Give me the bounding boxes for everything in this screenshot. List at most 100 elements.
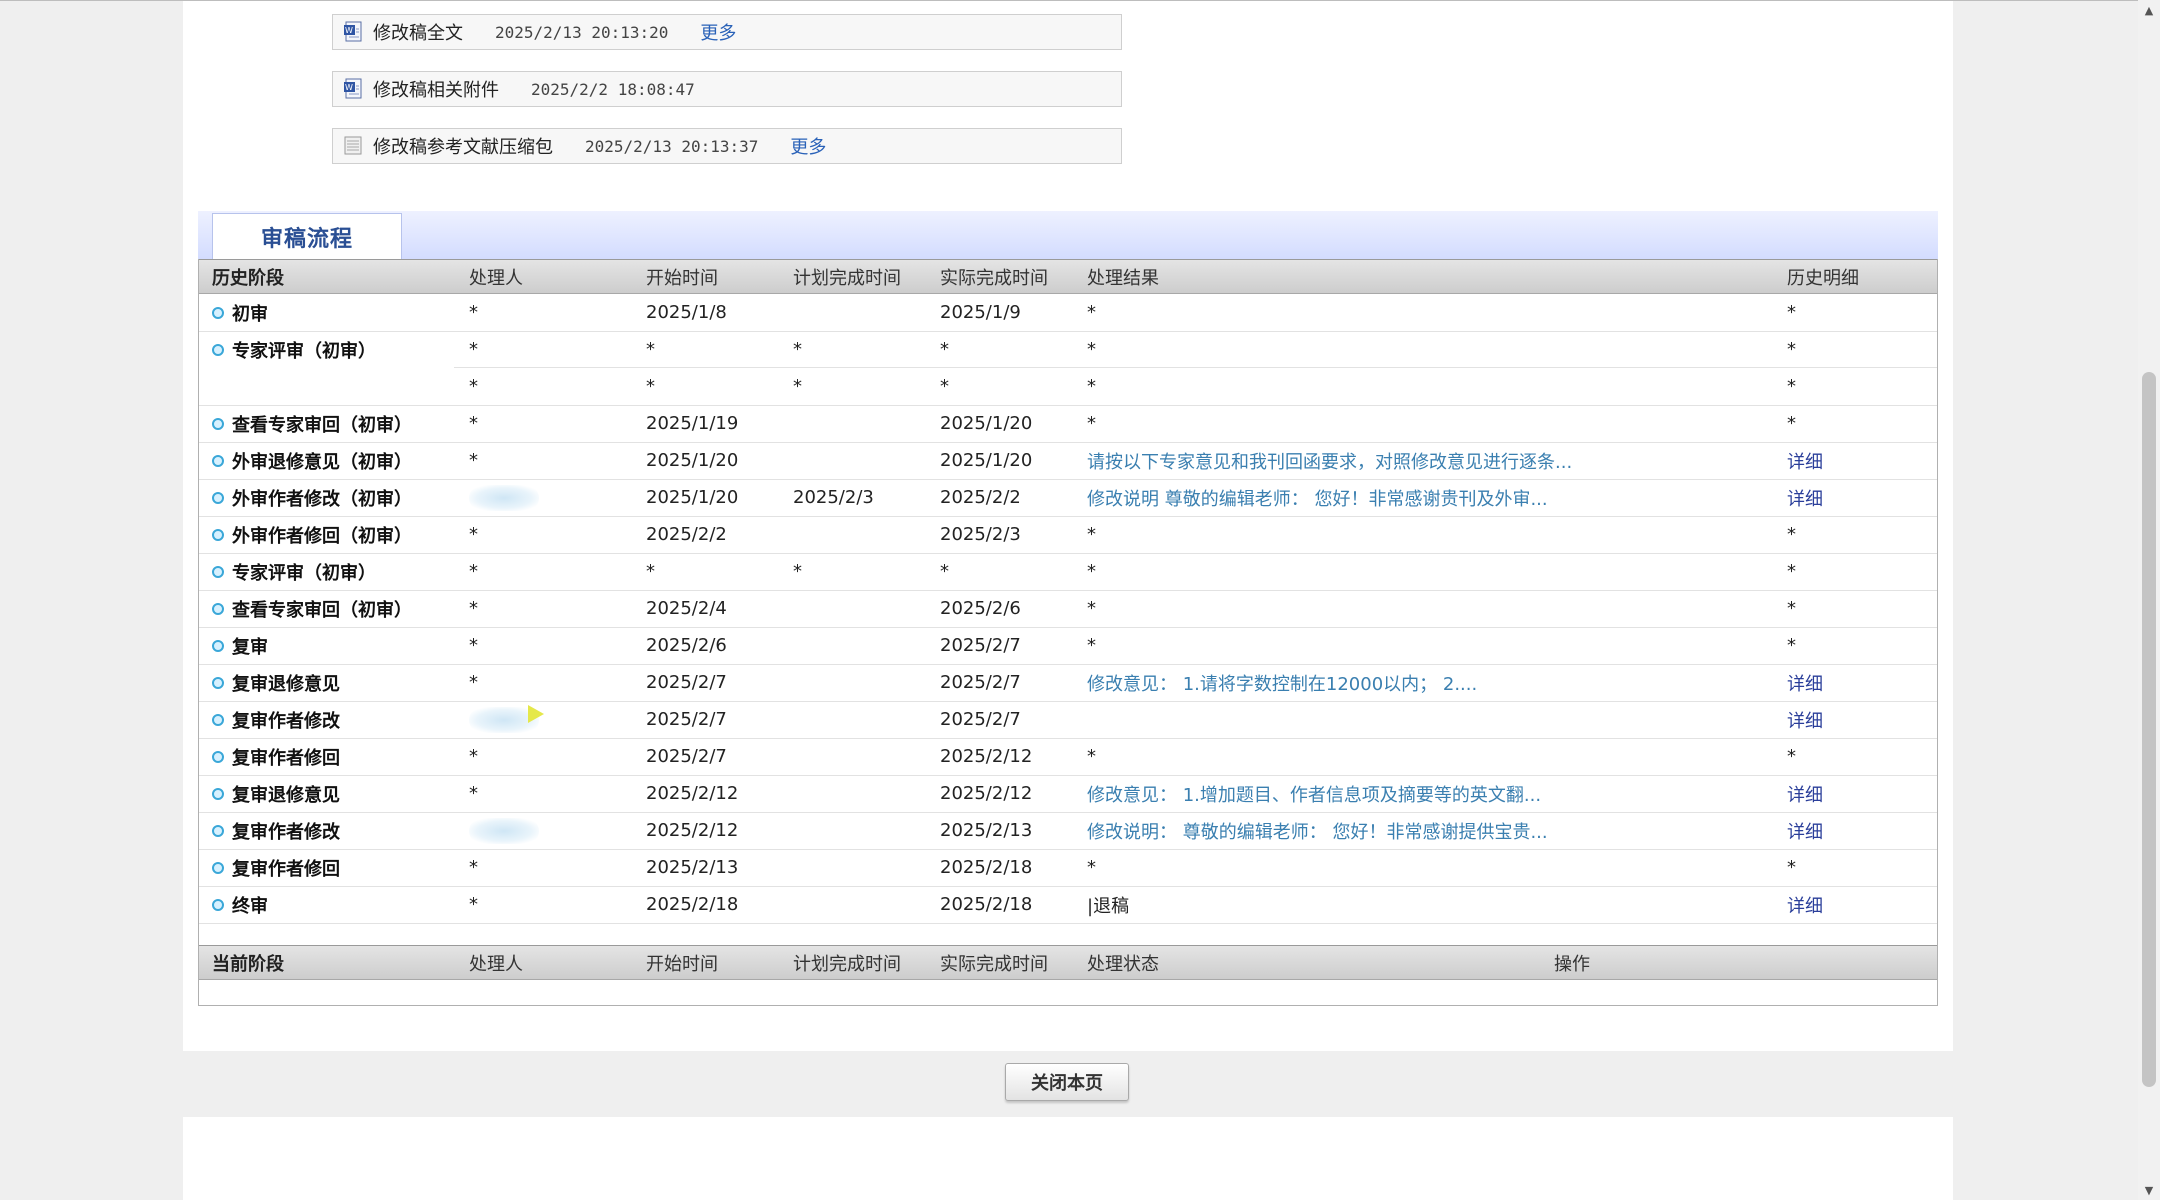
table-row: 复审 * 2025/2/6 2025/2/7 * * [199,627,1937,665]
history-actual-time-header: 实际完成时间 [940,267,1048,289]
planned-time-cell: * [793,339,802,360]
result-cell[interactable]: 修改意见： 1.请将字数控制在12000以内； 2.... [1087,664,1477,701]
scroll-up-arrow-icon[interactable]: ▲ [2138,0,2160,20]
svg-text:W: W [345,83,353,92]
attachment-time: 2025/2/2 18:08:47 [531,79,695,99]
detail-cell: * [1787,857,1796,878]
stage-cell: 专家评审（初审） [212,331,376,368]
actual-time-cell: 2025/2/13 [940,820,1033,841]
attachment-more-link[interactable]: 更多 [790,133,826,159]
result-cell[interactable]: 修改说明 尊敬的编辑老师： 您好！非常感谢贵刊及外审... [1087,479,1548,516]
stage-bullet-icon [212,861,224,874]
stage-label: 初审 [232,303,268,325]
table-row: 专家评审（初审） * * * * * * [199,331,1937,368]
stage-bullet-icon [212,565,224,578]
stage-bullet-icon [212,639,224,652]
detail-cell[interactable]: 详细 [1787,775,1823,812]
result-cell: * [1087,746,1096,767]
vertical-scrollbar[interactable]: ▲ ▼ [2138,0,2160,1200]
result-cell[interactable]: 修改意见： 1.增加题目、作者信息项及摘要等的英文翻... [1087,775,1541,812]
start-time-cell: 2025/2/7 [646,672,727,693]
actual-time-cell: 2025/2/12 [940,746,1033,767]
stage-bullet-icon [212,787,224,800]
table-row: 初审 * 2025/1/8 2025/1/9 * * [199,294,1937,332]
actual-time-cell: 2025/2/7 [940,635,1021,656]
detail-cell[interactable]: 详细 [1787,442,1823,479]
scroll-down-arrow-icon[interactable]: ▼ [2138,1180,2160,1200]
detail-cell: * [1787,413,1796,434]
detail-cell: * [1787,598,1796,619]
attachment-item: W 修改稿相关附件 2025/2/2 18:08:47 [332,71,1122,107]
stage-cell: 终审 [212,886,268,923]
tab-review-process[interactable]: 审稿流程 [212,213,402,259]
handler-cell: * [469,746,478,767]
handler-cell: * [469,598,478,619]
start-time-cell: 2025/2/4 [646,598,727,619]
planned-time-cell: 2025/2/3 [793,487,874,508]
stage-bullet-icon [212,676,224,689]
history-stage-header: 历史阶段 [212,267,284,289]
attachment-time: 2025/2/13 20:13:20 [495,22,669,42]
archive-file-icon [343,135,363,157]
actual-time-cell: 2025/2/12 [940,783,1033,804]
stage-cell: 外审作者修回（初审） [212,516,412,553]
detail-cell[interactable]: 详细 [1787,479,1823,516]
actual-time-cell: * [940,339,949,360]
attachment-name[interactable]: 修改稿全文 [373,19,463,45]
stage-bullet-icon [212,602,224,615]
scroll-thumb[interactable] [2142,372,2156,1087]
current-detail-header: 操作 [1554,953,1590,975]
attachment-name[interactable]: 修改稿参考文献压缩包 [373,133,553,159]
detail-cell[interactable]: 详细 [1787,886,1823,923]
current-start-time-header: 开始时间 [646,953,718,975]
stage-cell: 复审 [212,627,268,664]
stage-label: 外审作者修改（初审） [232,488,412,510]
start-time-cell: 2025/1/19 [646,413,739,434]
stage-label: 复审作者修回 [232,747,340,769]
close-page-button[interactable]: 关闭本页 [1005,1063,1129,1101]
detail-cell[interactable]: 详细 [1787,664,1823,701]
stage-cell: 复审作者修回 [212,738,340,775]
result-cell[interactable]: 请按以下专家意见和我刊回函要求，对照修改意见进行逐条... [1087,442,1572,479]
detail-cell[interactable]: 详细 [1787,701,1823,738]
table-row: 专家评审（初审） * * * * * * [199,553,1937,591]
attachment-item: W 修改稿全文 2025/2/13 20:13:20 更多 [332,14,1122,50]
history-planned-time-header: 计划完成时间 [793,267,901,289]
table-row: 复审退修意见 * 2025/2/12 2025/2/12 修改意见： 1.增加题目、作者… [199,775,1937,813]
actual-time-cell: 2025/2/18 [940,894,1033,915]
stage-label: 终审 [232,895,268,917]
current-handler-header: 处理人 [469,953,523,975]
start-time-cell: 2025/2/12 [646,820,739,841]
actual-time-cell: 2025/2/7 [940,672,1021,693]
stage-bullet-icon [212,491,224,504]
stage-label: 复审作者修回 [232,858,340,880]
start-time-cell: 2025/1/20 [646,487,739,508]
stage-label: 复审作者修改 [232,821,340,843]
stage-label: 复审 [232,636,268,658]
start-time-cell: * [646,561,655,582]
start-time-cell: 2025/1/20 [646,450,739,471]
redacted-handler [469,484,539,511]
result-cell: |退稿 [1087,895,1130,917]
history-header-row: 历史阶段 处理人 开始时间 计划完成时间 实际完成时间 处理结果 历史明细 [199,259,1937,294]
stage-cell: 复审作者修改 [212,701,340,738]
stage-bullet-icon [212,306,224,319]
detail-cell[interactable]: 详细 [1787,812,1823,849]
stage-label: 复审退修意见 [232,673,340,695]
svg-text:W: W [345,26,353,35]
history-handler-header: 处理人 [469,267,523,289]
stage-bullet-icon [212,898,224,911]
actual-time-cell: * [940,376,949,397]
table-row: 外审退修意见（初审） * 2025/1/20 2025/1/20 请按以下专家意见和我刊… [199,442,1937,480]
table-row: 查看专家审回（初审） * 2025/1/19 2025/1/20 * * [199,405,1937,443]
process-tabbar: 审稿流程 [198,211,1938,259]
stage-cell: 复审退修意见 [212,775,340,812]
start-time-cell: 2025/2/2 [646,524,727,545]
result-cell[interactable]: 修改说明： 尊敬的编辑老师： 您好！非常感谢提供宝贵... [1087,812,1548,849]
planned-time-cell: * [793,561,802,582]
handler-cell: * [469,413,478,434]
history-result-header: 处理结果 [1087,267,1159,289]
attachment-more-link[interactable]: 更多 [700,19,736,45]
attachment-name[interactable]: 修改稿相关附件 [373,76,499,102]
word-doc-icon: W [343,21,363,43]
